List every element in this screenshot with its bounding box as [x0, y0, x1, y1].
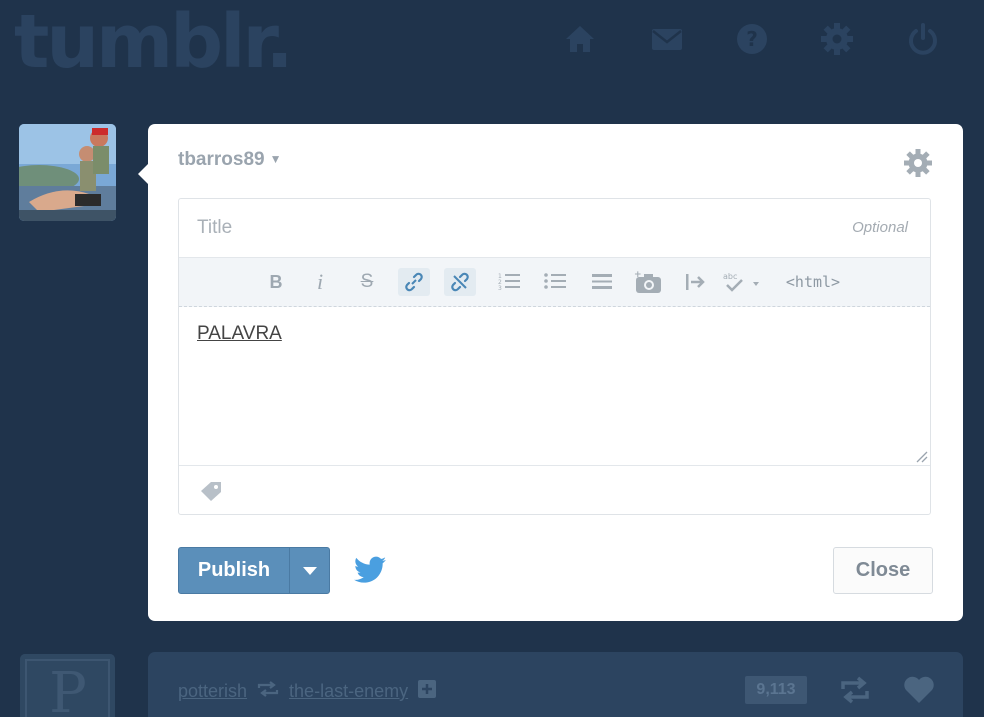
tumblr-logo[interactable]: tumblr. — [14, 0, 294, 84]
bold-button[interactable]: B — [263, 268, 289, 296]
reblog-small-icon — [257, 681, 279, 702]
tag-icon — [201, 482, 221, 501]
publish-options-button[interactable] — [289, 548, 329, 593]
reblogged-from-link[interactable]: the-last-enemy — [289, 681, 408, 702]
home-icon[interactable] — [563, 22, 597, 56]
help-icon[interactable]: ? — [735, 22, 769, 56]
close-button[interactable]: Close — [833, 547, 933, 594]
numbered-list-button[interactable]: 123 — [495, 268, 523, 296]
bullet-list-button[interactable] — [541, 268, 569, 296]
mail-icon[interactable] — [650, 22, 684, 56]
optional-label: Optional — [852, 219, 908, 236]
camera-icon: + — [634, 270, 661, 293]
tags-field[interactable] — [179, 466, 930, 517]
chevron-down-icon: ▼ — [269, 152, 282, 166]
spellcheck-button[interactable]: abc — [721, 268, 765, 296]
chevron-down-icon — [302, 566, 317, 575]
numbered-list-icon: 123 — [498, 273, 520, 292]
strikethrough-button[interactable]: S — [354, 268, 380, 296]
settings-icon[interactable] — [820, 22, 854, 56]
svg-text:3: 3 — [498, 285, 502, 292]
post-author-link[interactable]: potterish — [178, 681, 247, 702]
unlink-button[interactable] — [444, 268, 476, 296]
body-text[interactable]: PALAVRA — [197, 323, 282, 345]
avatar[interactable] — [19, 124, 116, 221]
publish-button[interactable]: Publish — [179, 548, 289, 593]
like-heart-icon[interactable] — [903, 676, 935, 704]
svg-text:abc: abc — [723, 272, 737, 281]
indent-button[interactable] — [683, 268, 709, 296]
blog-name: tbarros89 — [178, 149, 265, 170]
bullet-list-icon — [544, 273, 566, 289]
resize-grip-icon[interactable] — [914, 449, 928, 463]
twitter-icon[interactable] — [354, 556, 386, 584]
insert-image-button[interactable]: + — [632, 268, 664, 296]
italic-button[interactable]: i — [307, 268, 333, 296]
read-more-icon — [592, 274, 612, 289]
post-body[interactable]: PALAVRA — [179, 307, 930, 466]
avatar-letter: P — [49, 661, 87, 717]
post-form: tbarros89 ▼ Optional B i — [138, 124, 963, 621]
indent-arrow-icon — [686, 274, 705, 290]
svg-text:?: ? — [746, 27, 758, 51]
background-post: potterish the-last-enemy 9,113 — [148, 652, 963, 717]
blog-selector[interactable]: tbarros89 ▼ — [178, 149, 282, 171]
editor: Optional B i S 123 — [178, 198, 931, 515]
unlink-icon — [451, 272, 469, 292]
read-more-button[interactable] — [588, 268, 616, 296]
power-icon[interactable] — [906, 22, 940, 56]
title-input[interactable] — [179, 199, 930, 257]
reblog-icon[interactable] — [839, 676, 871, 704]
background-post-avatar[interactable]: P — [20, 654, 115, 717]
link-icon — [405, 272, 423, 292]
editor-toolbar: B i S 123 + abc <html> — [179, 257, 930, 307]
follow-plus-icon[interactable] — [418, 680, 437, 703]
spellcheck-icon: abc — [723, 272, 759, 292]
html-mode-button[interactable]: <html> — [779, 268, 847, 296]
link-button[interactable] — [398, 268, 430, 296]
publish-split-button: Publish — [178, 547, 330, 594]
gear-icon[interactable] — [903, 148, 933, 178]
notes-count[interactable]: 9,113 — [745, 676, 807, 704]
